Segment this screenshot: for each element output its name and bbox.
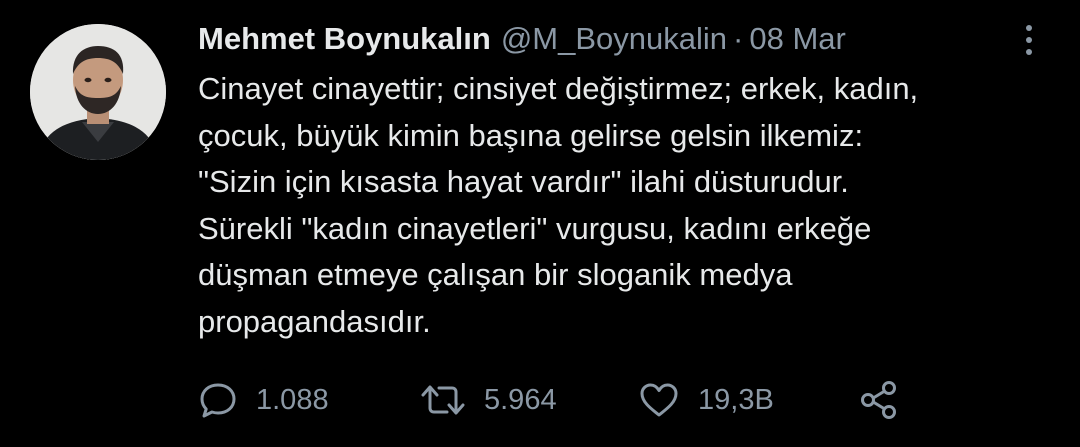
author-name[interactable]: Mehmet Boynukalın: [198, 18, 491, 60]
retweet-arrows-icon: [421, 385, 465, 415]
avatar[interactable]: [30, 24, 166, 160]
reply-button[interactable]: 1.088: [198, 376, 329, 424]
tweet-header: Mehmet Boynukalın @M_Boynukalin · 08 Mar: [198, 18, 846, 60]
tweet-text-line: Sürekli "kadın cinayetleri" vurgusu, kad…: [198, 210, 872, 246]
tweet-text-line: propagandasıdır.: [198, 303, 431, 339]
tweet-text: Cinayet cinayettir; cinsiyet değiştirmez…: [198, 66, 1058, 345]
reply-count: 1.088: [256, 383, 329, 416]
more-vertical-icon-dot: [1026, 49, 1032, 55]
reply-bubble-icon: [200, 383, 236, 418]
header-separator: ·: [733, 21, 744, 56]
tweet: Mehmet Boynukalın @M_Boynukalin · 08 Mar…: [0, 0, 1080, 447]
tweet-text-line: düşman etmeye çalışan bir sloganik medya: [198, 257, 793, 292]
tweet-text-line: Cinayet cinayettir; cinsiyet değiştirmez…: [198, 71, 919, 106]
retweet-count: 5.964: [484, 383, 557, 416]
more-vertical-icon: [1026, 25, 1032, 31]
share-nodes-icon: [861, 381, 896, 419]
more-options-button[interactable]: [1014, 22, 1044, 58]
author-handle[interactable]: @M_Boynukalin: [501, 18, 727, 60]
share-button[interactable]: [858, 376, 900, 424]
heart-outline-icon: [640, 383, 678, 417]
tweet-text-line: "Sizin için kısasta hayat vardır" ilahi …: [198, 164, 849, 199]
tweet-date[interactable]: 08 Mar: [749, 18, 845, 60]
tweet-text-line: çocuk, büyük kimin başına gelirse gelsin…: [198, 117, 864, 153]
avatar-image: [30, 24, 166, 160]
action-bar: 1.088 5.964 19,3B: [198, 376, 958, 424]
retweet-button[interactable]: 5.964: [420, 376, 557, 424]
like-count: 19,3B: [698, 383, 774, 416]
more-vertical-icon-dot: [1026, 37, 1032, 43]
like-button[interactable]: 19,3B: [638, 376, 774, 424]
